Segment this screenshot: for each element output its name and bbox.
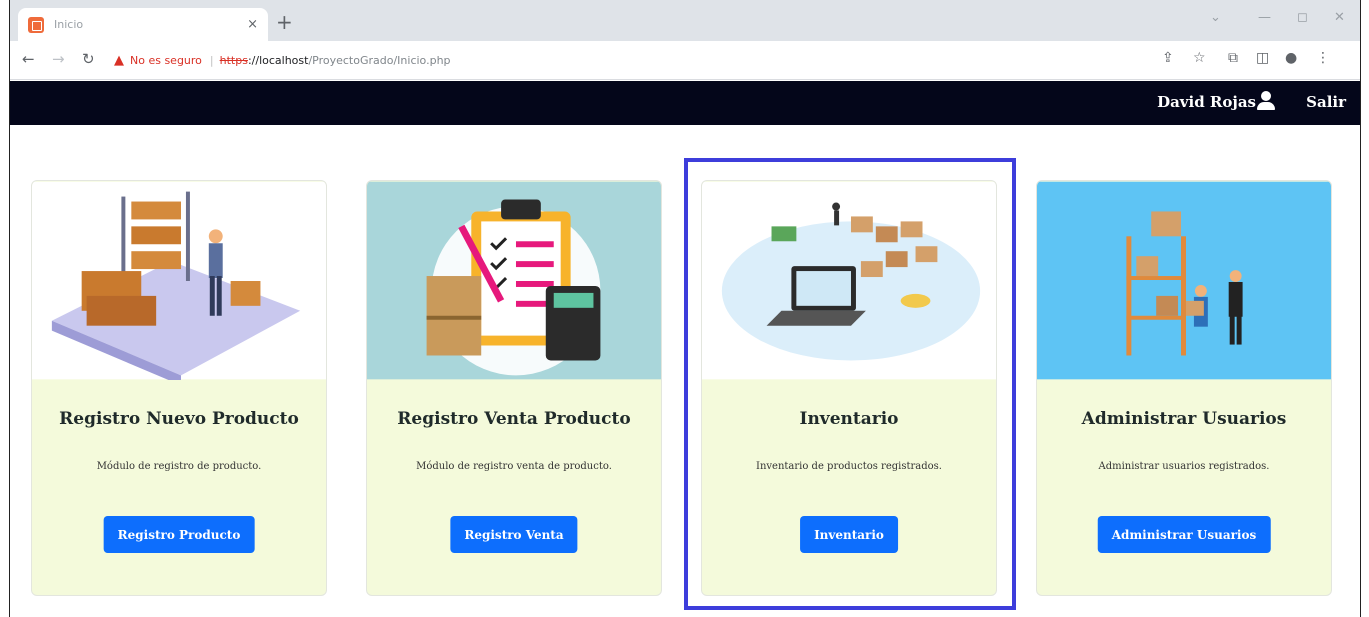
card-text: Módulo de registro venta de producto. bbox=[416, 461, 612, 472]
menu-icon[interactable]: ⋮ bbox=[1316, 50, 1330, 66]
card-title: Registro Venta Producto bbox=[397, 409, 631, 429]
divider: | bbox=[209, 54, 214, 67]
card-title: Registro Nuevo Producto bbox=[59, 409, 299, 429]
security-status[interactable]: No es seguro bbox=[130, 54, 202, 67]
tab-title: Inicio bbox=[54, 18, 84, 31]
browser-window: Inicio × + ⌄ — ◻ ✕ ← → ↻ ▲ No es seguro … bbox=[9, 0, 1361, 617]
user-name[interactable]: David Rojas bbox=[1157, 93, 1256, 111]
card-text: Administrar usuarios registrados. bbox=[1098, 461, 1270, 472]
tab-strip: Inicio × + ⌄ — ◻ ✕ bbox=[10, 0, 1360, 41]
forward-arrow-icon[interactable]: → bbox=[52, 50, 65, 68]
address-bar[interactable]: ▲ No es seguro | https ://localhost /Pro… bbox=[114, 47, 1294, 74]
url-protocol: https bbox=[219, 54, 248, 67]
card-registro-producto: Registro Nuevo Producto Módulo de regist… bbox=[31, 180, 327, 596]
checklist-illustration bbox=[367, 181, 661, 380]
card-inventario: Inventario Inventario de productos regis… bbox=[701, 180, 997, 596]
logout-link[interactable]: Salir bbox=[1306, 93, 1346, 111]
url-host: ://localhost bbox=[247, 54, 309, 67]
browser-tab[interactable]: Inicio × bbox=[18, 8, 268, 41]
card-registro-venta: Registro Venta Producto Módulo de regist… bbox=[366, 180, 662, 596]
close-window-icon[interactable]: ✕ bbox=[1334, 10, 1345, 25]
card-text: Módulo de registro de producto. bbox=[96, 461, 262, 472]
extensions-icon[interactable]: ⧉ bbox=[1228, 50, 1238, 66]
warehouse-illustration bbox=[32, 181, 326, 380]
sidepanel-icon[interactable]: ◫ bbox=[1256, 50, 1269, 66]
url-path: /ProyectoGrado/Inicio.php bbox=[308, 54, 451, 67]
administrar-usuarios-button[interactable]: Administrar Usuarios bbox=[1097, 516, 1271, 553]
reload-icon[interactable]: ↻ bbox=[82, 50, 95, 68]
share-icon[interactable]: ⇪ bbox=[1162, 50, 1174, 66]
registro-venta-button[interactable]: Registro Venta bbox=[450, 516, 578, 553]
card-text: Inventario de productos registrados. bbox=[756, 461, 942, 472]
close-tab-icon[interactable]: × bbox=[247, 17, 258, 32]
favicon-icon bbox=[28, 16, 44, 33]
restore-icon[interactable]: ◻ bbox=[1297, 10, 1308, 25]
star-icon[interactable]: ☆ bbox=[1193, 50, 1206, 66]
warning-icon: ▲ bbox=[114, 53, 124, 68]
registro-producto-button[interactable]: Registro Producto bbox=[103, 516, 255, 553]
back-arrow-icon[interactable]: ← bbox=[22, 50, 35, 68]
inventario-button[interactable]: Inventario bbox=[800, 516, 898, 553]
profile-icon[interactable]: ● bbox=[1285, 50, 1297, 66]
card-title: Administrar Usuarios bbox=[1081, 409, 1287, 429]
inventory-illustration bbox=[702, 181, 996, 380]
card-administrar-usuarios: Administrar Usuarios Administrar usuario… bbox=[1036, 180, 1332, 596]
minimize-icon[interactable]: — bbox=[1258, 10, 1271, 25]
users-illustration bbox=[1037, 181, 1331, 380]
user-icon[interactable] bbox=[1256, 91, 1276, 111]
tab-search-icon[interactable]: ⌄ bbox=[1210, 10, 1221, 25]
address-toolbar: ← → ↻ ▲ No es seguro | https ://localhos… bbox=[10, 41, 1360, 80]
app-navbar: David Rojas Salir bbox=[10, 81, 1360, 125]
card-title: Inventario bbox=[799, 409, 899, 429]
new-tab-button[interactable]: + bbox=[276, 12, 293, 32]
